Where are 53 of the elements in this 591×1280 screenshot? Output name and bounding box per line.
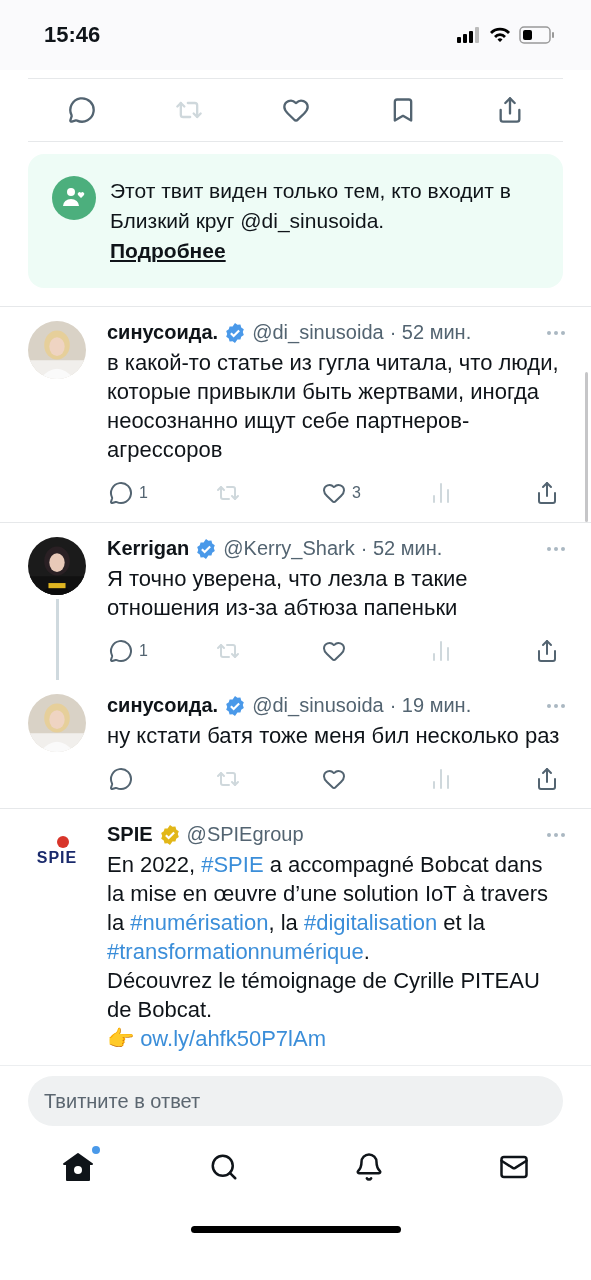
more-icon bbox=[547, 330, 565, 335]
more-icon bbox=[547, 546, 565, 551]
reply-icon bbox=[67, 96, 96, 124]
hashtag-link[interactable]: #numérisation bbox=[130, 910, 269, 935]
reply-icon bbox=[109, 639, 133, 663]
share-icon bbox=[535, 481, 559, 505]
battery-icon bbox=[519, 26, 555, 44]
share-icon bbox=[535, 767, 559, 791]
tweet-time: · 52 мин. bbox=[360, 537, 443, 560]
search-icon bbox=[209, 1152, 239, 1182]
author-name[interactable]: SPIE bbox=[107, 823, 153, 846]
learn-more-link[interactable]: Подробнее bbox=[110, 239, 226, 262]
hashtag-link[interactable]: #SPIE bbox=[201, 852, 264, 877]
author-handle[interactable]: @di_sinusoida bbox=[252, 321, 384, 344]
tweet-text: En 2022, #SPIE a accompagné Bobcat dans la mise en œuvre d’une solution IoT à travers la #numérisation, la #digitalisation et la #transformationnumérique. Découvrez le témoignage de Cyrille PITEAU de Bobcat. 👉 ow.ly/ahfk50P7lAm bbox=[107, 851, 550, 1053]
logo-dot bbox=[57, 836, 69, 848]
close-friends-icon bbox=[52, 176, 96, 220]
hashtag-link[interactable]: #transformationnumérique bbox=[107, 939, 364, 964]
reply-button[interactable]: 1 bbox=[107, 636, 150, 666]
wifi-icon bbox=[489, 27, 511, 43]
heart-icon bbox=[322, 481, 346, 505]
tweet-text: ну кстати батя тоже меня бил несколько раз bbox=[107, 722, 561, 750]
author-name[interactable]: синусоида. bbox=[107, 694, 219, 717]
logo-text: SPIE bbox=[36, 848, 78, 868]
url-link[interactable]: ow.ly/ahfk50P7lAm bbox=[140, 1026, 326, 1051]
scrollbar[interactable] bbox=[585, 372, 588, 522]
notice-text: Этот твит виден только тем, кто входит в Близкий круг @di_sinusoida. Подробнее bbox=[110, 178, 512, 264]
author-name[interactable]: Kerrigan bbox=[107, 537, 190, 560]
heart-icon bbox=[322, 767, 346, 791]
reply-icon bbox=[109, 767, 133, 791]
tweet-text: в какой-то статье из гугла читала, что люди, которые привыкли быть жертвами, иногда неосознанно ищут себе партнеров-агрессоров bbox=[107, 349, 560, 464]
author-handle[interactable]: @di_sinusoida bbox=[252, 694, 384, 717]
tweet-time: · 52 мин. bbox=[389, 321, 472, 344]
update-dot bbox=[92, 1146, 100, 1154]
status-time: 15:46 bbox=[44, 22, 101, 48]
reply-field[interactable]: Твитните в ответ bbox=[28, 1076, 563, 1126]
more-icon bbox=[547, 703, 565, 708]
signal-icon bbox=[457, 27, 481, 43]
reply-icon bbox=[109, 481, 133, 505]
more-icon bbox=[547, 832, 565, 837]
tweet-text: Я точно уверена, что лезла в такие отношения из-за абтюза папеньки bbox=[107, 565, 469, 622]
heart-icon bbox=[322, 639, 346, 663]
author-handle[interactable]: @SPIEgroup bbox=[186, 823, 304, 846]
heart-icon bbox=[281, 96, 310, 124]
hashtag-link[interactable]: #digitalisation bbox=[303, 910, 438, 935]
reply-button[interactable]: 1 bbox=[107, 478, 150, 508]
author-name[interactable]: синусоида. bbox=[107, 321, 219, 344]
like-button[interactable]: 3 bbox=[320, 478, 363, 508]
bell-icon bbox=[354, 1152, 384, 1182]
author-handle[interactable]: @Kerry_Shark bbox=[223, 537, 355, 560]
tweet-time: · 19 мин. bbox=[389, 694, 472, 717]
share-icon bbox=[535, 639, 559, 663]
home-icon bbox=[62, 1152, 94, 1182]
